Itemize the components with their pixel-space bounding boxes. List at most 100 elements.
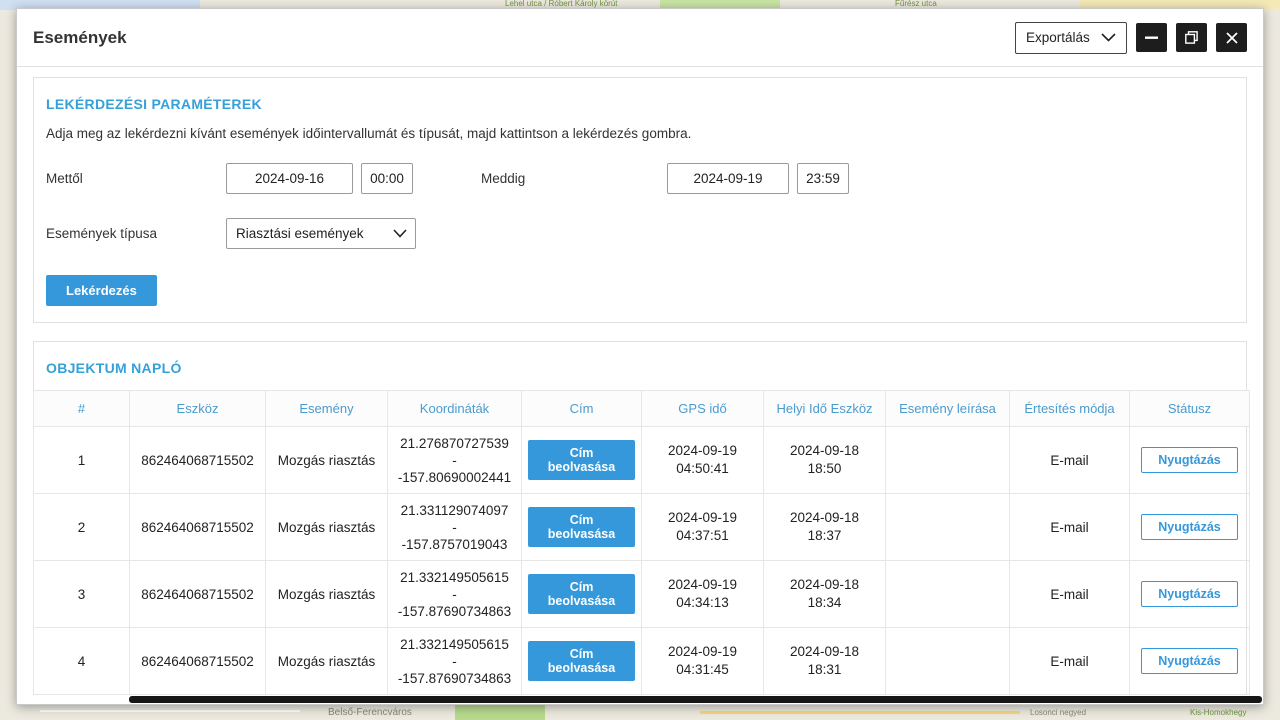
cell-num: 2	[34, 494, 130, 561]
cell-num: 1	[34, 427, 130, 494]
to-date-input[interactable]	[667, 163, 789, 194]
page-title: Események	[33, 28, 127, 48]
col-header-event: Esemény	[266, 391, 388, 427]
close-button[interactable]	[1216, 23, 1247, 52]
cell-description	[886, 427, 1010, 494]
table-row: 3 862464068715502 Mozgás riasztás 21.332…	[34, 561, 1250, 628]
cell-event: Mozgás riasztás	[266, 628, 388, 695]
cell-device: 862464068715502	[130, 494, 266, 561]
event-type-label: Események típusa	[46, 226, 226, 241]
minimize-icon	[1145, 31, 1158, 44]
cell-address: Cím beolvasása	[522, 561, 642, 628]
horizontal-scrollbar[interactable]	[129, 696, 1262, 703]
col-header-notify: Értesítés módja	[1010, 391, 1130, 427]
cell-coordinates: 21.332149505615 - -157.87690734863	[388, 628, 522, 695]
map-street-label: Kis-Homokhegy	[1190, 708, 1246, 717]
cell-device: 862464068715502	[130, 628, 266, 695]
log-section-heading: OBJEKTUM NAPLÓ	[46, 360, 1232, 376]
cell-coordinates: 21.331129074097 - -157.8757019043	[388, 494, 522, 561]
acknowledge-button[interactable]: Nyugtázás	[1141, 447, 1238, 473]
cell-status: Nyugtázás	[1130, 494, 1250, 561]
col-header-address: Cím	[522, 391, 642, 427]
object-log-table: # Eszköz Esemény Koordináták Cím GPS idő…	[33, 390, 1250, 695]
object-log-panel: OBJEKTUM NAPLÓ # Eszköz Esemény Koordiná…	[33, 341, 1247, 695]
from-time-input[interactable]	[361, 163, 413, 194]
cell-address: Cím beolvasása	[522, 494, 642, 561]
cell-gps-time: 2024-09-19 04:37:51	[642, 494, 764, 561]
cell-event: Mozgás riasztás	[266, 561, 388, 628]
export-dropdown-button[interactable]: Exportálás	[1015, 22, 1127, 54]
cell-gps-time: 2024-09-19 04:50:41	[642, 427, 764, 494]
cell-status: Nyugtázás	[1130, 628, 1250, 695]
acknowledge-button[interactable]: Nyugtázás	[1141, 514, 1238, 540]
cell-notify: E-mail	[1010, 628, 1130, 695]
cell-device: 862464068715502	[130, 427, 266, 494]
table-row: 4 862464068715502 Mozgás riasztás 21.332…	[34, 628, 1250, 695]
event-type-value: Riasztási események	[236, 226, 364, 241]
cell-coordinates: 21.276870727539 - -157.80690002441	[388, 427, 522, 494]
read-address-button[interactable]: Cím beolvasása	[528, 440, 635, 480]
table-header-row: # Eszköz Esemény Koordináták Cím GPS idő…	[34, 391, 1250, 427]
chevron-down-icon	[393, 226, 407, 241]
dialog-content: LEKÉRDEZÉSI PARAMÉTEREK Adja meg az leké…	[17, 67, 1263, 695]
cell-notify: E-mail	[1010, 561, 1130, 628]
cell-notify: E-mail	[1010, 427, 1130, 494]
map-road-line	[700, 711, 1020, 714]
cell-notify: E-mail	[1010, 494, 1130, 561]
restore-button[interactable]	[1176, 23, 1207, 52]
map-district-label: Belső-Ferencváros	[328, 707, 412, 718]
cell-description	[886, 561, 1010, 628]
to-label: Meddig	[481, 171, 667, 186]
col-header-device: Eszköz	[130, 391, 266, 427]
read-address-button[interactable]: Cím beolvasása	[528, 641, 635, 681]
col-header-local-time: Helyi Idő Eszköz	[764, 391, 886, 427]
cell-local-time: 2024-09-18 18:37	[764, 494, 886, 561]
cell-description	[886, 494, 1010, 561]
map-street-label: Lehel utca / Róbert Károly körút	[505, 0, 618, 8]
table-row: 1 862464068715502 Mozgás riasztás 21.276…	[34, 427, 1250, 494]
cell-num: 4	[34, 628, 130, 695]
close-icon	[1226, 32, 1238, 44]
cell-gps-time: 2024-09-19 04:31:45	[642, 628, 764, 695]
table-row: 2 862464068715502 Mozgás riasztás 21.331…	[34, 494, 1250, 561]
date-range-row: Mettől Meddig	[46, 163, 1232, 194]
col-header-gps-time: GPS idő	[642, 391, 764, 427]
col-header-num: #	[34, 391, 130, 427]
cell-event: Mozgás riasztás	[266, 494, 388, 561]
acknowledge-button[interactable]: Nyugtázás	[1141, 648, 1238, 674]
map-road-line-2	[40, 710, 300, 712]
cell-status: Nyugtázás	[1130, 427, 1250, 494]
to-time-input[interactable]	[797, 163, 849, 194]
acknowledge-button[interactable]: Nyugtázás	[1141, 581, 1238, 607]
query-parameters-panel: LEKÉRDEZÉSI PARAMÉTEREK Adja meg az leké…	[33, 77, 1247, 323]
dialog-titlebar: Események Exportálás	[17, 9, 1263, 67]
cell-address: Cím beolvasása	[522, 628, 642, 695]
cell-address: Cím beolvasása	[522, 427, 642, 494]
col-header-coordinates: Koordináták	[388, 391, 522, 427]
col-header-description: Esemény leírása	[886, 391, 1010, 427]
cell-gps-time: 2024-09-19 04:34:13	[642, 561, 764, 628]
cell-device: 862464068715502	[130, 561, 266, 628]
query-section-heading: LEKÉRDEZÉSI PARAMÉTEREK	[46, 96, 1232, 112]
minimize-button[interactable]	[1136, 23, 1167, 52]
cell-local-time: 2024-09-18 18:34	[764, 561, 886, 628]
event-type-select[interactable]: Riasztási események	[226, 218, 416, 249]
chevron-down-icon	[1101, 30, 1116, 45]
col-header-status: Státusz	[1130, 391, 1250, 427]
read-address-button[interactable]: Cím beolvasása	[528, 574, 635, 614]
events-dialog: Események Exportálás	[16, 8, 1264, 705]
cell-status: Nyugtázás	[1130, 561, 1250, 628]
export-label: Exportálás	[1026, 30, 1090, 45]
read-address-button[interactable]: Cím beolvasása	[528, 507, 635, 547]
cell-local-time: 2024-09-18 18:50	[764, 427, 886, 494]
from-date-input[interactable]	[226, 163, 353, 194]
query-submit-button[interactable]: Lekérdezés	[46, 275, 157, 306]
event-type-row: Események típusa Riasztási események	[46, 218, 1232, 249]
cell-description	[886, 628, 1010, 695]
map-street-label: Fűrész utca	[895, 0, 937, 8]
map-park-patch-2	[455, 704, 545, 720]
titlebar-controls: Exportálás	[1015, 22, 1247, 54]
cell-event: Mozgás riasztás	[266, 427, 388, 494]
from-label: Mettől	[46, 171, 226, 186]
cell-num: 3	[34, 561, 130, 628]
